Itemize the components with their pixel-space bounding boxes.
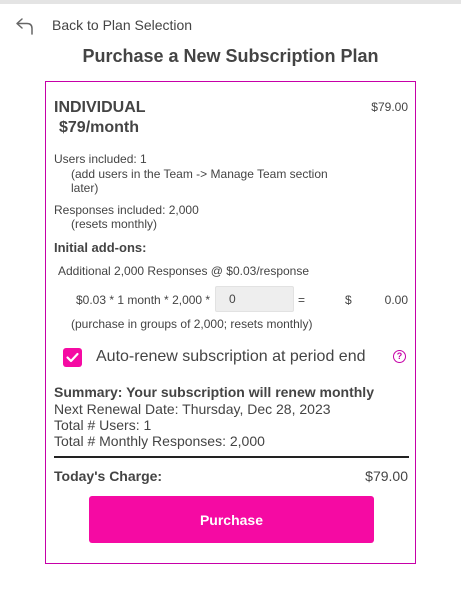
top-bar (0, 0, 461, 4)
summary-total-users: Total # Users: 1 (54, 417, 152, 433)
summary-total-responses: Total # Monthly Responses: 2,000 (54, 433, 265, 449)
undo-arrow-icon (16, 18, 33, 35)
responses-note: (resets monthly) (71, 217, 158, 231)
summary-renewal-date: Next Renewal Date: Thursday, Dec 28, 202… (54, 401, 331, 417)
users-note: (add users in the Team -> Manage Team se… (71, 167, 328, 181)
currency-symbol: $ (345, 293, 352, 307)
plan-amount: $79.00 (371, 100, 408, 114)
addon-quantity-input[interactable] (215, 286, 294, 312)
back-to-plan-selection-link[interactable]: Back to Plan Selection (14, 14, 192, 38)
todays-charge-label: Today's Charge: (54, 468, 163, 484)
plan-price: $79/month (59, 119, 140, 136)
back-label[interactable]: Back to Plan Selection (52, 17, 192, 33)
todays-charge-amount: $79.00 (365, 468, 408, 484)
autorenew-checkbox[interactable] (63, 348, 82, 367)
page-title: Purchase a New Subscription Plan (82, 46, 379, 66)
addon-total: 0.00 (384, 293, 408, 307)
addon-item-label: Additional 2,000 Responses @ $0.03/respo… (58, 264, 310, 278)
help-icon[interactable]: ? (393, 350, 406, 363)
addon-note: (purchase in groups of 2,000; resets mon… (71, 317, 313, 331)
purchase-button[interactable]: Purchase (89, 496, 374, 543)
equals-sign: = (298, 293, 306, 307)
plan-name: INDIVIDUAL (54, 99, 146, 116)
addon-formula: $0.03 * 1 month * 2,000 * (76, 293, 211, 307)
summary-title: Summary: Your subscription will renew mo… (54, 384, 374, 400)
divider (54, 456, 409, 458)
checkmark-icon (66, 352, 79, 363)
users-note-continued: later) (71, 181, 99, 195)
autorenew-label[interactable]: Auto-renew subscription at period end (96, 348, 366, 366)
users-included: Users included: 1 (54, 152, 147, 166)
responses-included: Responses included: 2,000 (54, 203, 199, 217)
addons-heading: Initial add-ons: (54, 240, 147, 255)
plan-card: INDIVIDUAL $79/month $79.00 Users includ… (45, 81, 416, 564)
